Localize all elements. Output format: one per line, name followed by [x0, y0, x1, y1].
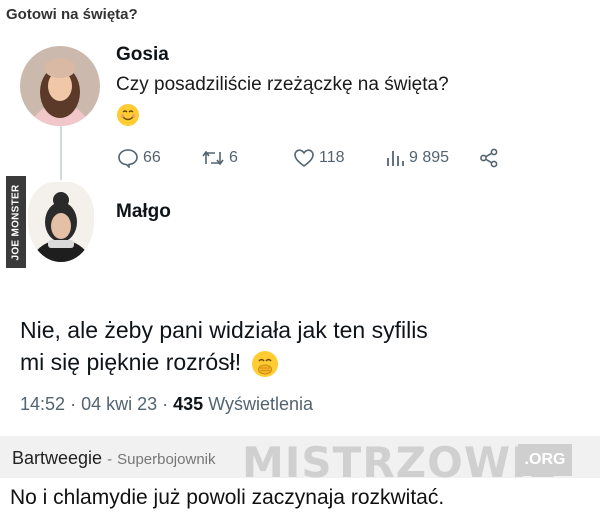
mistrzowie-org-badge: .ORG: [518, 444, 572, 476]
face-with-hand-over-mouth-emoji-icon: [251, 350, 278, 377]
reply-count: 66: [143, 149, 161, 166]
thread-line: [60, 126, 62, 180]
comment-separator: -: [107, 451, 113, 468]
smiling-face-emoji-icon: [117, 104, 139, 126]
joe-monster-watermark: JOE MONSTER: [6, 176, 26, 268]
meta-dot: ·: [70, 394, 82, 414]
views-count: 9 895: [409, 149, 450, 166]
retweet-icon: [202, 150, 224, 166]
reply-button[interactable]: 66: [117, 148, 161, 168]
views-button[interactable]: 9 895: [385, 148, 449, 168]
tweet1-author[interactable]: Gosia: [116, 44, 169, 66]
tweet2-views-label: Wyświetlenia: [208, 394, 314, 414]
heart-icon: [294, 149, 314, 168]
share-icon: [480, 148, 498, 168]
page-title: Gotowi na święta?: [6, 6, 138, 23]
share-button[interactable]: [479, 148, 503, 168]
reply-icon: [118, 149, 138, 168]
comment-username[interactable]: Bartweegie: [12, 448, 102, 468]
avatar-gosia[interactable]: [20, 46, 100, 126]
tweet1-actions: 66 6 118 9 895: [117, 148, 517, 172]
tweet2-time[interactable]: 14:52: [20, 394, 65, 414]
tweet1-text: Czy posadziliście rzeżączkę na święta?: [116, 74, 449, 95]
tweet2-date[interactable]: 04 kwi 23: [81, 394, 157, 414]
tweet2-text: Nie, ale żeby pani widziała jak ten syfi…: [20, 314, 540, 378]
tweet2-views-count: 435: [173, 394, 204, 414]
avatar-malgo[interactable]: [28, 182, 94, 262]
tweet-screenshot: JOE MONSTER Gosia Czy posadziliście rzeż…: [0, 30, 600, 434]
tweet2-author[interactable]: Małgo: [116, 201, 171, 223]
tweet2-meta: 14:52 · 04 kwi 23 · 435 Wyświetlenia: [20, 394, 313, 415]
mistrzowie-watermark: MISTRZOWIE: [242, 438, 558, 487]
comment-text: No i chlamydie już powoli zaczynaja rozk…: [10, 486, 445, 509]
comment-user-rank: Superbojownik: [117, 451, 216, 468]
comment-author-line: Bartweegie - Superbojownik: [12, 448, 216, 469]
like-count: 118: [319, 149, 345, 166]
views-chart-icon: [387, 151, 404, 166]
tweet2-line2: mi się pięknie rozrósł!: [20, 349, 242, 375]
retweet-button[interactable]: 6: [201, 148, 238, 168]
meta-dot: ·: [162, 394, 174, 414]
tweet2-line1: Nie, ale żeby pani widziała jak ten syfi…: [20, 317, 428, 343]
like-button[interactable]: 118: [293, 148, 345, 168]
retweet-count: 6: [229, 149, 238, 166]
